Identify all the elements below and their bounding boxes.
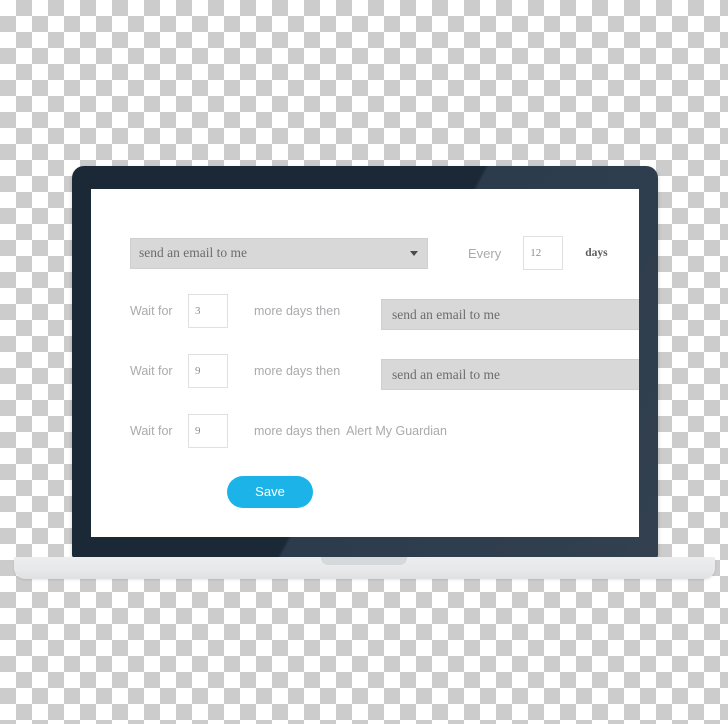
step-action-value: send an email to me [392, 306, 500, 322]
step-action-value: send an email to me [392, 366, 500, 382]
wait-days-input[interactable]: 9 [188, 354, 228, 388]
save-button[interactable]: Save [227, 476, 313, 508]
laptop-screen: send an email to me Every 12 days Wait f… [91, 189, 639, 537]
escalation-step-row: Wait for 3 more days then [130, 294, 340, 328]
primary-action-row: send an email to me Every 12 days [130, 236, 608, 270]
alert-guardian-label: Alert My Guardian [346, 424, 447, 438]
wait-days-value: 3 [195, 305, 201, 317]
days-unit-label: days [585, 247, 608, 259]
step-action-select[interactable]: send an email to me [381, 359, 639, 390]
wait-for-label: Wait for [130, 304, 173, 318]
step-action-select[interactable]: send an email to me [381, 299, 639, 330]
every-days-input[interactable]: 12 [523, 236, 564, 270]
every-label: Every [468, 245, 502, 261]
action-select-value: send an email to me [139, 245, 247, 260]
more-days-then-label: more days then [254, 304, 341, 318]
wait-days-value: 9 [195, 425, 201, 437]
escalation-final-step-row: Wait for 9 more days then Alert My Guard… [130, 414, 447, 448]
more-days-then-label: more days then [254, 364, 341, 378]
action-select[interactable]: send an email to me [130, 237, 428, 269]
wait-for-label: Wait for [130, 364, 173, 378]
chevron-down-icon [410, 251, 418, 256]
escalation-step-row: Wait for 9 more days then [130, 354, 340, 388]
wait-days-input[interactable]: 3 [188, 294, 228, 328]
more-days-then-label: more days then [254, 424, 341, 438]
wait-for-label: Wait for [130, 424, 173, 438]
wait-days-input[interactable]: 9 [188, 414, 228, 448]
laptop-mockup: send an email to me Every 12 days Wait f… [0, 0, 728, 724]
every-days-value: 12 [530, 247, 542, 259]
wait-days-value: 9 [195, 365, 201, 377]
escalation-settings-form: send an email to me Every 12 days Wait f… [91, 189, 639, 537]
laptop-base-notch [321, 557, 407, 565]
